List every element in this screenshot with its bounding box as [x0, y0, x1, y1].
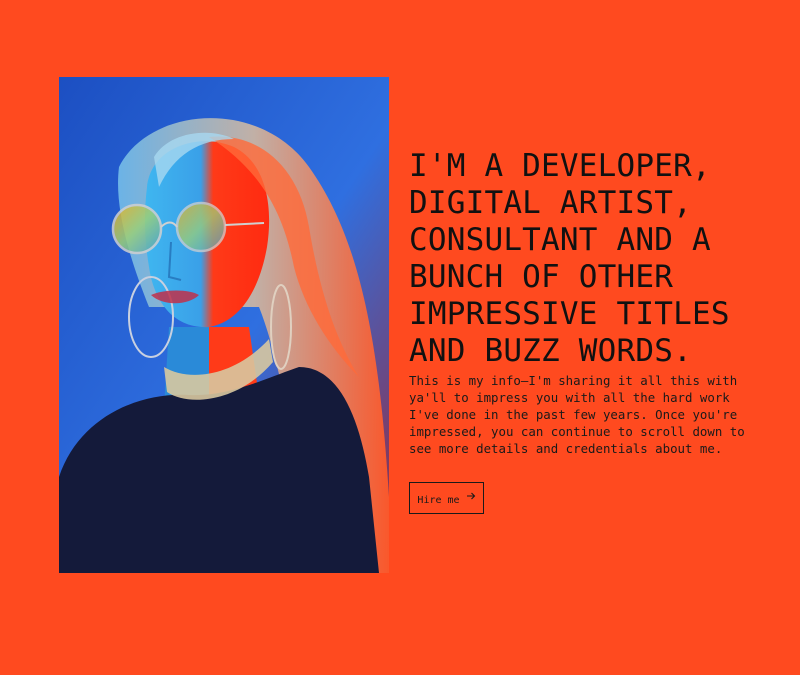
intro-text: This is my info—I'm sharing it all this … [409, 373, 745, 456]
hire-me-label: Hire me [417, 494, 460, 506]
hero-section: I'M A DEVELOPER, DIGITAL ARTIST, CONSULT… [409, 148, 789, 457]
hire-me-button[interactable]: Hire me [409, 482, 484, 514]
landing-page: I'M A DEVELOPER, DIGITAL ARTIST, CONSULT… [0, 0, 800, 675]
page-title: I'M A DEVELOPER, DIGITAL ARTIST, CONSULT… [409, 148, 730, 369]
portrait-photo [59, 77, 389, 573]
arrow-right-icon [466, 492, 475, 500]
portrait-illustration [59, 77, 389, 573]
